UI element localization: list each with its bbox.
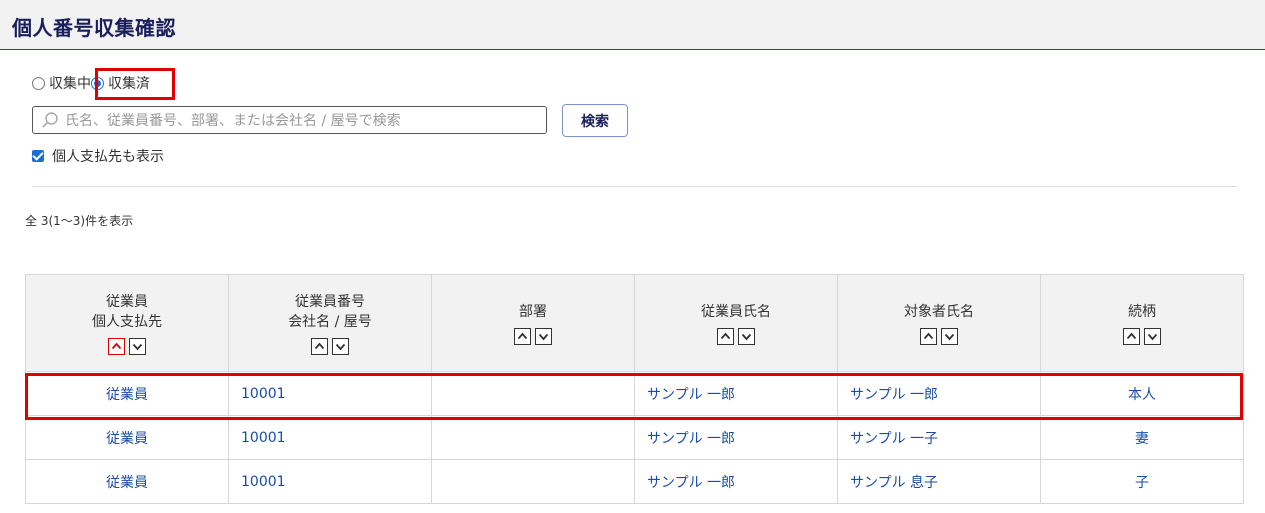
column-header-number-line1: 従業員番号 [295,293,365,310]
cell-employee-name[interactable]: サンプル 一郎 [634,415,838,460]
status-option-collecting-label: 収集中 [49,76,91,92]
chevron-up-icon [111,342,122,349]
cell-employee-name[interactable]: サンプル 一郎 [634,371,838,416]
cell-relation[interactable]: 子 [1040,459,1244,504]
cell-number[interactable]: 10001 [228,459,432,504]
cell-number[interactable]: 10001 [228,371,432,416]
table-row[interactable]: 従業員 10001 サンプル 一郎 サンプル 息子 子 [25,459,1244,504]
chevron-down-icon [741,333,752,340]
sort-desc-button[interactable] [535,327,552,345]
page-title: 個人番号収集確認 [12,16,176,40]
cell-department [431,371,635,416]
column-header-type-line1: 従業員 [106,293,148,310]
sort-desc-button[interactable] [738,327,755,345]
annotation-highlight-status [95,68,175,100]
sort-desc-button[interactable] [941,327,958,345]
table-row[interactable]: 従業員 10001 サンプル 一郎 サンプル 一子 妻 [25,415,1244,460]
chevron-up-icon [1126,332,1137,339]
cell-type[interactable]: 従業員 [25,415,229,460]
sort-desc-button[interactable] [1144,327,1161,345]
chevron-down-icon [132,343,143,350]
divider [32,186,1237,187]
cell-type[interactable]: 従業員 [25,459,229,504]
cell-target-name[interactable]: サンプル 一子 [837,415,1041,460]
chevron-up-icon [517,332,528,339]
chevron-down-icon [944,333,955,340]
cell-department [431,415,635,460]
column-header-type: 従業員 個人支払先 [25,274,229,372]
cell-target-name[interactable]: サンプル 一郎 [837,371,1041,416]
chevron-down-icon [538,333,549,340]
cell-type[interactable]: 従業員 [25,371,229,416]
table-row[interactable]: 従業員 10001 サンプル 一郎 サンプル 一郎 本人 [25,371,1244,416]
search-icon [42,112,58,128]
sort-asc-button[interactable] [717,327,734,345]
column-header-employee-name-label: 従業員氏名 [701,303,771,320]
cell-relation[interactable]: 本人 [1040,371,1244,416]
chevron-up-icon [923,332,934,339]
column-header-employee-name: 従業員氏名 [634,274,838,372]
status-option-collecting[interactable]: 収集中 [32,73,91,93]
sort-desc-button[interactable] [129,337,146,355]
search-button[interactable]: 検索 [562,104,628,137]
column-header-number: 従業員番号 会社名 / 屋号 [228,274,432,372]
column-header-department-label: 部署 [519,303,547,320]
column-header-target-name-label: 対象者氏名 [904,303,974,320]
sort-desc-button[interactable] [332,337,349,355]
sort-asc-button[interactable] [108,337,125,355]
radio-collecting[interactable] [32,76,45,90]
column-header-target-name: 対象者氏名 [837,274,1041,372]
show-individual-payees-filter[interactable]: 個人支払先も表示 [32,146,164,166]
sort-asc-button[interactable] [920,327,937,345]
cell-number[interactable]: 10001 [228,415,432,460]
chevron-down-icon [335,343,346,350]
chevron-up-icon [720,332,731,339]
sort-asc-button[interactable] [311,337,328,355]
cell-employee-name[interactable]: サンプル 一郎 [634,459,838,504]
show-individual-payees-checkbox[interactable] [32,150,44,162]
page-header: 個人番号収集確認 [0,0,1265,50]
search-placeholder: 氏名、従業員番号、部署、または会社名 / 屋号で検索 [65,113,401,129]
result-count: 全 3(1〜3)件を表示 [25,214,134,228]
cell-target-name[interactable]: サンプル 息子 [837,459,1041,504]
column-header-type-line2: 個人支払先 [92,313,162,330]
chevron-down-icon [1147,333,1158,340]
cell-relation[interactable]: 妻 [1040,415,1244,460]
column-header-relation-label: 続柄 [1128,303,1156,320]
show-individual-payees-label: 個人支払先も表示 [52,149,164,165]
sort-asc-button[interactable] [1123,327,1140,345]
cell-department [431,459,635,504]
column-header-number-line2: 会社名 / 屋号 [288,313,372,330]
column-header-relation: 続柄 [1040,274,1244,372]
results-table: 従業員 個人支払先 従業員番号 会社名 / 屋号 部署 従業員氏名 対象者氏名 … [25,274,1244,504]
chevron-up-icon [314,342,325,349]
column-header-department: 部署 [431,274,635,372]
table-header-row: 従業員 個人支払先 従業員番号 会社名 / 屋号 部署 従業員氏名 対象者氏名 … [25,274,1244,372]
sort-asc-button[interactable] [514,327,531,345]
search-input[interactable]: 氏名、従業員番号、部署、または会社名 / 屋号で検索 [32,106,547,134]
